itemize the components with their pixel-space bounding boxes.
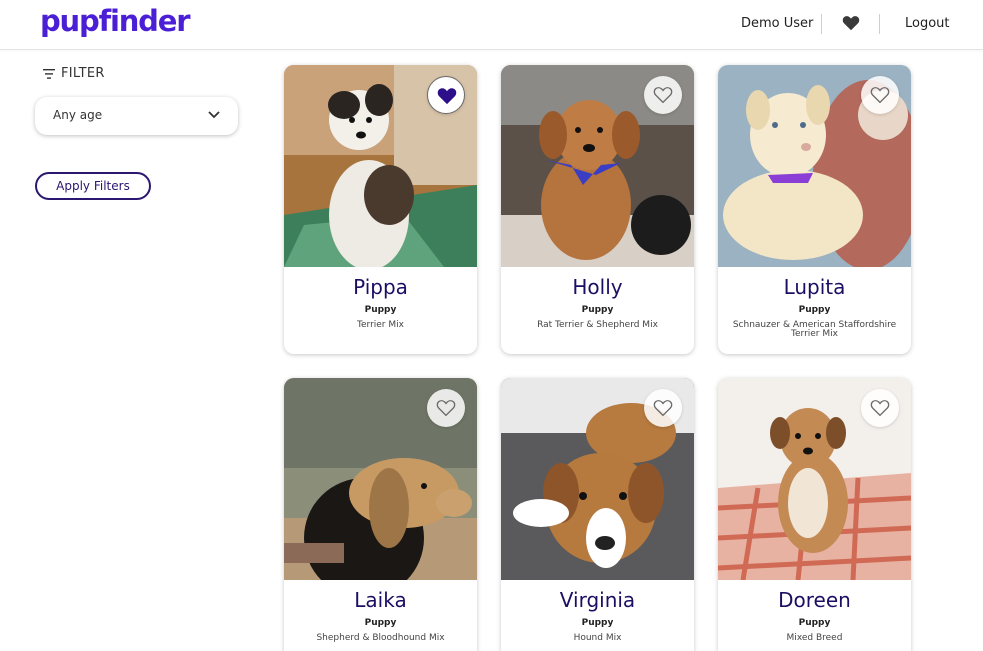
pet-card[interactable]: Virginia Puppy Hound Mix xyxy=(501,378,694,651)
pet-name[interactable]: Laika xyxy=(284,588,477,612)
pet-breed: Mixed Breed xyxy=(786,633,843,643)
favorite-button[interactable] xyxy=(427,389,465,427)
pet-age: Puppy xyxy=(364,618,397,628)
age-select-value: Any age xyxy=(53,108,103,122)
pet-name[interactable]: Pippa xyxy=(284,275,477,299)
heart-outline-icon xyxy=(870,87,890,104)
favorites-heart-icon[interactable] xyxy=(842,15,860,31)
favorite-button[interactable] xyxy=(861,389,899,427)
favorite-button[interactable] xyxy=(644,389,682,427)
pet-breed: Schnauzer & American Staffordshire Terri… xyxy=(732,320,897,339)
pet-name[interactable]: Virginia xyxy=(501,588,694,612)
pet-name[interactable]: Holly xyxy=(501,275,694,299)
pet-card[interactable]: Pippa Puppy Terrier Mix xyxy=(284,65,477,354)
user-name-link[interactable]: Demo User xyxy=(741,16,813,31)
heart-filled-icon xyxy=(437,88,457,105)
apply-filters-button[interactable]: Apply Filters xyxy=(35,172,151,200)
chevron-down-icon xyxy=(208,111,220,119)
filter-lines-icon xyxy=(43,68,55,79)
pet-card[interactable]: Lupita Puppy Schnauzer & American Staffo… xyxy=(718,65,911,354)
pet-age: Puppy xyxy=(798,305,831,315)
pet-age: Puppy xyxy=(364,305,397,315)
heart-outline-icon xyxy=(653,87,673,104)
favorite-button[interactable] xyxy=(644,76,682,114)
pet-breed: Hound Mix xyxy=(573,633,622,643)
pet-breed: Rat Terrier & Shepherd Mix xyxy=(537,320,658,330)
pet-age: Puppy xyxy=(798,618,831,628)
pet-name[interactable]: Doreen xyxy=(718,588,911,612)
logout-link[interactable]: Logout xyxy=(905,16,950,31)
nav-divider xyxy=(821,14,822,34)
pet-age: Puppy xyxy=(581,618,614,628)
pet-breed: Terrier Mix xyxy=(357,320,404,330)
nav-divider xyxy=(879,14,880,34)
top-navigation-bar: pupfinder Demo User Logout xyxy=(0,0,983,50)
pet-card[interactable]: Doreen Puppy Mixed Breed xyxy=(718,378,911,651)
pet-age: Puppy xyxy=(581,305,614,315)
filter-label: FILTER xyxy=(61,66,105,81)
pupfinder-logo[interactable]: pupfinder xyxy=(40,4,190,38)
favorite-button[interactable] xyxy=(427,76,465,114)
pet-breed: Shepherd & Bloodhound Mix xyxy=(316,633,445,643)
pet-card[interactable]: Holly Puppy Rat Terrier & Shepherd Mix xyxy=(501,65,694,354)
heart-outline-icon xyxy=(653,400,673,417)
filter-header: FILTER xyxy=(43,66,105,81)
heart-outline-icon xyxy=(436,400,456,417)
pet-name[interactable]: Lupita xyxy=(718,275,911,299)
favorite-button[interactable] xyxy=(861,76,899,114)
heart-outline-icon xyxy=(870,400,890,417)
pet-card[interactable]: Laika Puppy Shepherd & Bloodhound Mix xyxy=(284,378,477,651)
age-select[interactable]: Any age xyxy=(35,97,238,135)
